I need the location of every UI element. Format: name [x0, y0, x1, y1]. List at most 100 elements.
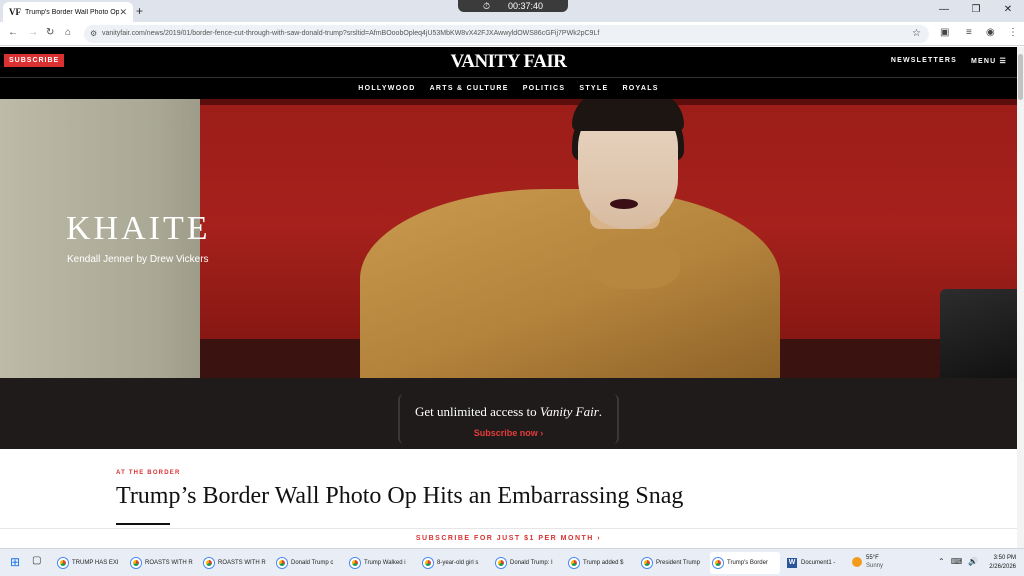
windows-start-icon[interactable]: ⊞: [10, 555, 20, 569]
system-clock[interactable]: 3:50 PM 2/26/2026: [980, 554, 1016, 572]
chrome-icon: [496, 558, 506, 568]
browser-tab-active[interactable]: VF Trump's Border Wall Photo Op ✕: [3, 2, 133, 22]
more-menu-icon[interactable]: ⋮: [1008, 27, 1018, 38]
taskbar-item-label: ROASTS WITH R: [145, 560, 193, 566]
taskbar-item[interactable]: Donald Trump c: [274, 552, 346, 574]
window-controls: — ❐ ✕: [928, 0, 1024, 22]
back-icon[interactable]: ←: [8, 27, 18, 38]
promo-text: Get unlimited access to Vanity Fair.: [0, 404, 1017, 420]
taskbar-item[interactable]: Donald Trump: I: [493, 552, 565, 574]
taskbar-item[interactable]: ROASTS WITH R: [201, 552, 273, 574]
scrollbar-thumb[interactable]: [1018, 54, 1023, 100]
taskbar-item[interactable]: TRUMP HAS EXI: [55, 552, 127, 574]
section-nav: HOLLYWOOD ARTS & CULTURE POLITICS STYLE …: [0, 77, 1017, 99]
task-view-icon[interactable]: ▢: [32, 555, 41, 566]
chrome-icon: [204, 558, 214, 568]
reading-list-icon[interactable]: ≡: [966, 27, 972, 38]
chrome-icon: [423, 558, 433, 568]
address-toolbar: ← → ↻ ⌂ ⚙ vanityfair.com/news/2019/01/bo…: [0, 22, 1024, 46]
header-right-links: NEWSLETTERS MENU ☰: [891, 57, 1007, 65]
ad-model-coat: [360, 189, 780, 378]
site-header: SUBSCRIBE VANITY FAIR NEWSLETTERS MENU ☰: [0, 47, 1017, 77]
stopwatch-icon: ⏱: [482, 0, 490, 11]
taskbar-item[interactable]: Trump added $: [566, 552, 638, 574]
url-bar[interactable]: ⚙ vanityfair.com/news/2019/01/border-fen…: [84, 25, 929, 43]
chrome-icon: [58, 558, 68, 568]
newsletters-link[interactable]: NEWSLETTERS: [891, 57, 957, 65]
taskbar-item-label: 8-year-old girl s: [437, 560, 479, 566]
taskbar-item-active[interactable]: Trump's Border: [710, 552, 780, 574]
nav-item-royals[interactable]: ROYALS: [622, 85, 658, 92]
taskbar-item[interactable]: President Trump: [639, 552, 711, 574]
taskbar-item-label: Trump Walked i: [364, 560, 406, 566]
weather-text: 55°F Sunny: [866, 554, 883, 570]
taskbar-item[interactable]: Trump Walked i: [347, 552, 419, 574]
taskbar-item-label: Donald Trump: I: [510, 560, 553, 566]
forward-icon[interactable]: →: [28, 27, 38, 38]
clock-time: 3:50 PM: [993, 555, 1016, 561]
restore-icon[interactable]: ❐: [960, 0, 992, 22]
recording-timer: ⏱ 00:37:40: [458, 0, 568, 12]
system-tray: ⌃ ⌨ 🔊: [938, 557, 978, 566]
taskbar-item-label: Donald Trump c: [291, 560, 334, 566]
headline-rule: [116, 523, 170, 525]
chrome-icon: [569, 558, 579, 568]
ad-model-bow: [590, 239, 680, 289]
url-text: vanityfair.com/news/2019/01/border-fence…: [102, 30, 600, 37]
page-scrollbar[interactable]: [1017, 47, 1024, 548]
chevron-up-icon[interactable]: ⌃: [938, 557, 945, 566]
promo-text-brand: Vanity Fair: [539, 404, 599, 419]
nav-item-arts-culture[interactable]: ARTS & CULTURE: [430, 85, 509, 92]
bookmark-star-icon[interactable]: ☆: [912, 25, 921, 43]
article-headline: Trump’s Border Wall Photo Op Hits an Emb…: [116, 483, 684, 509]
nav-item-style[interactable]: STYLE: [579, 85, 608, 92]
tab-title: Trump's Border Wall Photo Op: [25, 8, 120, 16]
nav-item-politics[interactable]: POLITICS: [523, 85, 566, 92]
clock-date: 2/26/2026: [989, 564, 1016, 570]
nav-item-hollywood[interactable]: HOLLYWOOD: [358, 85, 415, 92]
subscribe-banner[interactable]: SUBSCRIBE FOR JUST $1 PER MONTH ›: [0, 528, 1017, 548]
menu-button[interactable]: MENU ☰: [971, 57, 1007, 65]
vanity-fair-logo[interactable]: VANITY FAIR: [0, 51, 1017, 73]
home-icon[interactable]: ⌂: [65, 27, 71, 38]
subscription-promo: Get unlimited access to Vanity Fair. Sub…: [0, 378, 1017, 449]
taskbar-item[interactable]: 8-year-old girl s: [420, 552, 492, 574]
ad-model-hair-top: [572, 99, 684, 131]
taskbar-item-label: Trump's Border: [727, 560, 768, 566]
ad-dark-rail: [940, 289, 1017, 378]
article-kicker[interactable]: AT THE BORDER: [116, 470, 181, 476]
chrome-icon: [277, 558, 287, 568]
cast-icon[interactable]: ▣: [940, 27, 949, 38]
reload-icon[interactable]: ↻: [46, 27, 54, 38]
weather-temp: 55°F: [866, 555, 879, 561]
sun-icon: [852, 557, 862, 567]
profile-icon[interactable]: ◉: [986, 27, 995, 38]
taskbar-item-label: Trump added $: [583, 560, 624, 566]
subscribe-now-link[interactable]: Subscribe now ›: [0, 428, 1017, 438]
ad-credit: Kendall Jenner by Drew Vickers: [67, 254, 209, 265]
network-icon[interactable]: ⌨: [951, 557, 963, 566]
close-window-icon[interactable]: ✕: [992, 0, 1024, 22]
site-info-icon[interactable]: ⚙: [90, 25, 97, 43]
taskbar-item[interactable]: ROASTS WITH R: [128, 552, 200, 574]
promo-text-prefix: Get unlimited access to: [414, 404, 540, 419]
close-tab-icon[interactable]: ✕: [119, 7, 127, 18]
chrome-icon: [713, 558, 723, 568]
taskbar-item-label: TRUMP HAS EXI: [72, 560, 119, 566]
weather-desc: Sunny: [866, 563, 884, 569]
windows-taskbar: ⊞ ▢ TRUMP HAS EXI ROASTS WITH R ROASTS W…: [0, 548, 1024, 576]
browser-tab-strip: VF Trump's Border Wall Photo Op ✕ + ⏱ 00…: [0, 0, 1024, 22]
promo-text-suffix: .: [598, 404, 603, 419]
ad-brand-name: KHAITE: [66, 210, 211, 247]
weather-widget[interactable]: 55°F Sunny: [852, 554, 883, 570]
timer-value: 00:37:40: [507, 1, 544, 11]
word-icon: W: [787, 558, 797, 568]
hero-advertisement[interactable]: KHAITE Kendall Jenner by Drew Vickers: [0, 99, 1017, 378]
ad-model-lips: [610, 199, 638, 209]
taskbar-item-label: Document1 -: [801, 560, 836, 566]
volume-icon[interactable]: 🔊: [968, 557, 978, 566]
chrome-icon: [131, 558, 141, 568]
minimize-icon[interactable]: —: [928, 0, 960, 22]
new-tab-icon[interactable]: +: [136, 4, 143, 18]
taskbar-item[interactable]: W Document1 -: [784, 552, 844, 574]
